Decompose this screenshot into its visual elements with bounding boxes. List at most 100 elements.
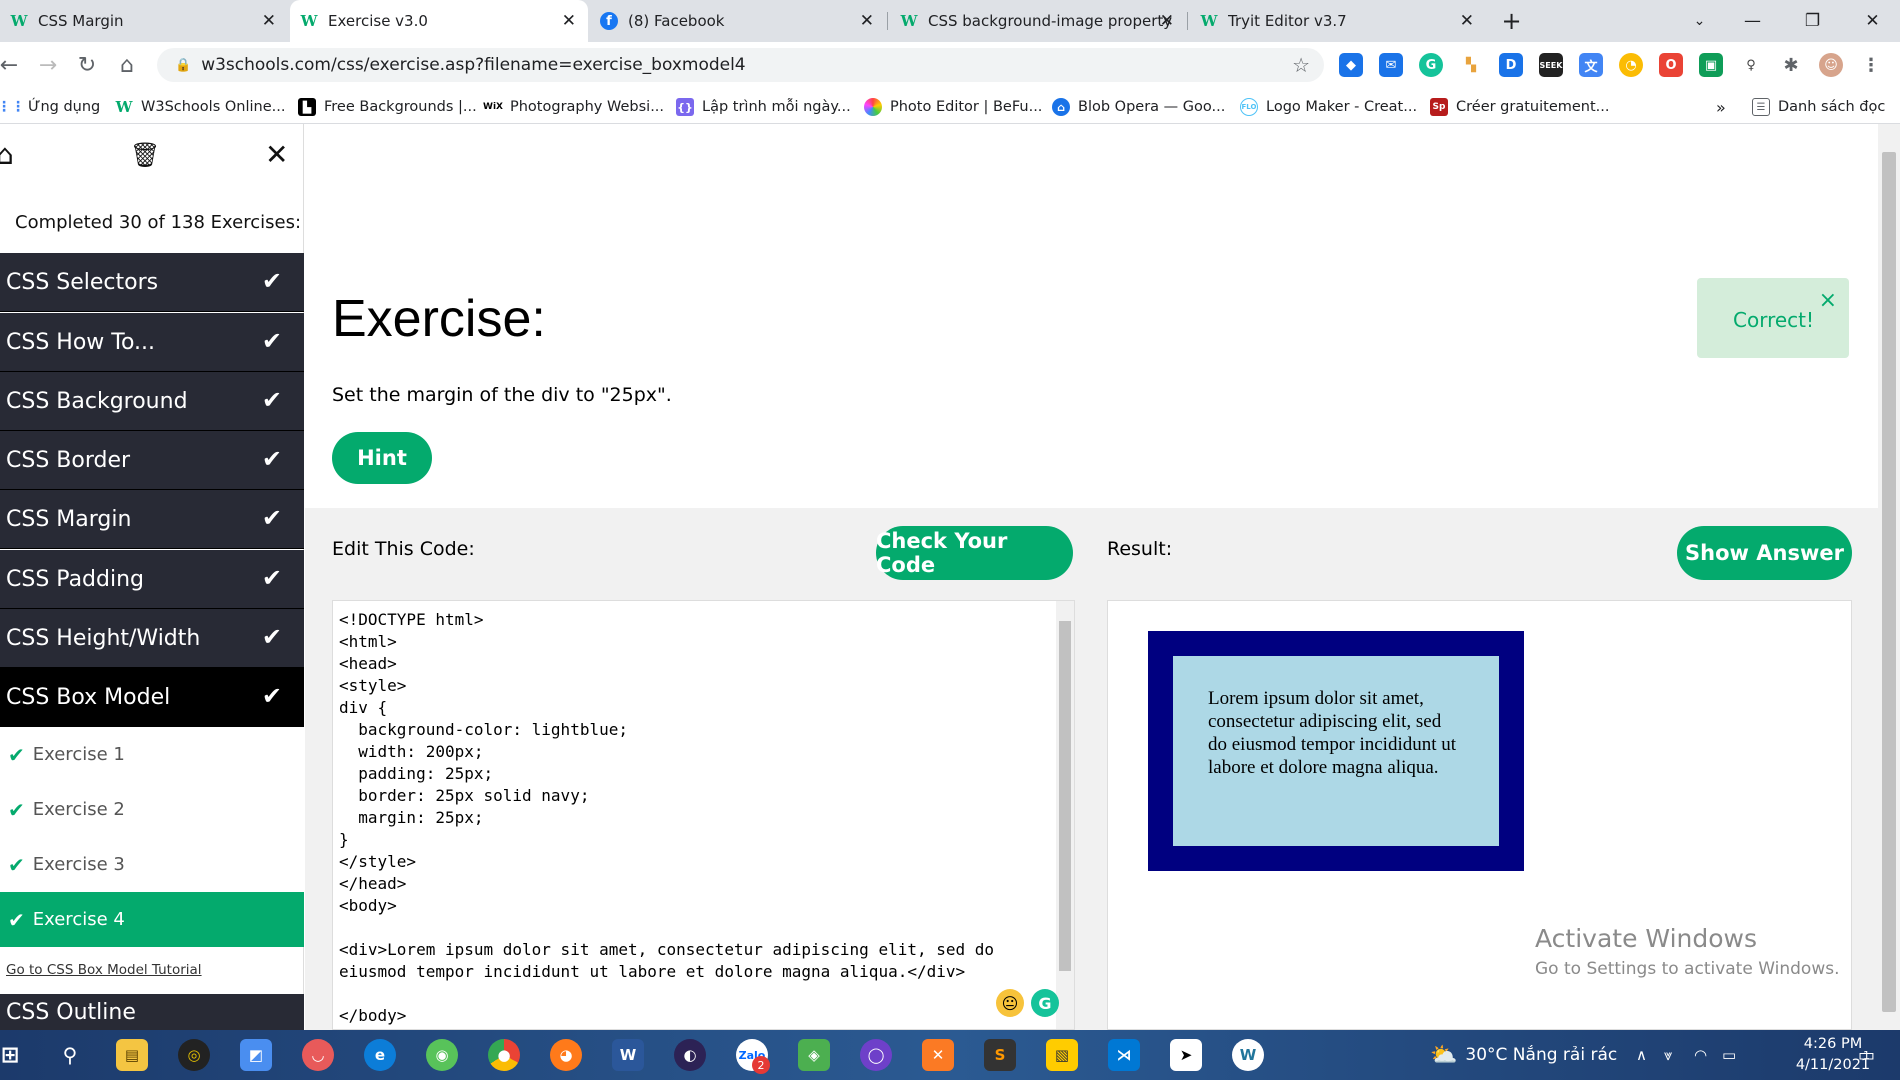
tab-background-image[interactable]: W CSS background-image property ✕	[890, 0, 1186, 42]
tab-search-icon[interactable]: ⌄	[1672, 0, 1727, 42]
tab-tryit-editor[interactable]: W Tryit Editor v3.7 ✕	[1190, 0, 1486, 42]
exercise-link-4[interactable]: ✔ Exercise 4	[0, 892, 304, 947]
url-bar[interactable]: 🔒 w3schools.com/css/exercise.asp?filenam…	[157, 48, 1324, 82]
app-diamond-icon[interactable]: ◈	[798, 1039, 830, 1071]
trash-icon[interactable]: 🗑	[130, 141, 160, 169]
app-circle-icon[interactable]: ◎	[178, 1039, 210, 1071]
exercise-link-3[interactable]: ✔ Exercise 3	[0, 837, 304, 892]
bookmark-apps[interactable]: ⋮⋮ Ứng dụng	[0, 96, 100, 118]
file-explorer-icon[interactable]: ▤	[116, 1039, 148, 1071]
bookmark-blob-opera[interactable]: ⌂ Blob Opera — Goo...	[1052, 96, 1225, 118]
tutorial-link[interactable]: Go to CSS Box Model Tutorial	[6, 962, 202, 978]
sublime-icon[interactable]: S	[984, 1039, 1016, 1071]
sidebar-item-css-box-model[interactable]: CSS Box Model ✔	[0, 668, 304, 727]
xampp-icon[interactable]: ✕	[922, 1039, 954, 1071]
bookmark-star-icon[interactable]: ☆	[1292, 53, 1310, 77]
notification-icon[interactable]: ▭ 1	[1858, 1030, 1875, 1080]
extension-drop-icon[interactable]: ◆	[1339, 53, 1363, 77]
firefox-icon[interactable]: ◕	[550, 1039, 582, 1071]
back-icon[interactable]: ←	[0, 50, 24, 80]
profile-avatar[interactable]: ☺	[1819, 53, 1843, 77]
reading-list-button[interactable]: ☰ Danh sách đọc	[1752, 96, 1885, 118]
close-tab-icon[interactable]: ✕	[860, 11, 874, 31]
sidebar-item-css-outline[interactable]: CSS Outline	[0, 994, 304, 1034]
extension-pin-icon[interactable]: ▚	[1459, 53, 1483, 77]
emoji-icon[interactable]: 😐	[996, 989, 1024, 1017]
show-answer-button[interactable]: Show Answer	[1677, 526, 1852, 580]
extension-seek-icon[interactable]: SEEK	[1539, 53, 1563, 77]
sidebar-item-css-height-width[interactable]: CSS Height/Width ✔	[0, 609, 304, 668]
search-icon[interactable]: ⚲	[54, 1039, 86, 1071]
maximize-button[interactable]: ❐	[1785, 0, 1840, 42]
github-icon[interactable]: ◯	[860, 1039, 892, 1071]
windows-start-icon[interactable]: ⊞	[0, 1039, 26, 1071]
home-icon[interactable]: ⌂	[0, 138, 14, 171]
exercise-link-2[interactable]: ✔ Exercise 2	[0, 782, 304, 837]
office-icon[interactable]: O	[1659, 53, 1683, 77]
code-editor[interactable]: <!DOCTYPE html> <html> <head> <style> di…	[332, 600, 1075, 1030]
bookmark-w3schools[interactable]: W W3Schools Online...	[115, 96, 286, 118]
eclipse-icon[interactable]: ◐	[674, 1039, 706, 1071]
page-scrollbar-thumb[interactable]	[1882, 152, 1896, 1012]
close-window-button[interactable]: ✕	[1845, 0, 1900, 42]
bookmark-logo-maker[interactable]: FLO Logo Maker - Creat...	[1240, 96, 1417, 118]
code-text[interactable]: <!DOCTYPE html> <html> <head> <style> di…	[339, 609, 994, 1027]
minimize-button[interactable]: —	[1725, 0, 1780, 42]
close-tab-icon[interactable]: ✕	[1160, 11, 1174, 31]
bookmark-photo-editor[interactable]: Photo Editor | BeFu...	[864, 96, 1042, 118]
sticky-notes-icon[interactable]: ▧	[1046, 1039, 1078, 1071]
check-code-button[interactable]: Check Your Code	[876, 526, 1073, 580]
more-bookmarks-button[interactable]: »	[1716, 96, 1726, 118]
hint-button[interactable]: Hint	[332, 432, 432, 484]
sidebar-item-css-margin[interactable]: CSS Margin ✔	[0, 490, 304, 549]
weather-widget[interactable]: ⛅ 30°C Nắng rải rác	[1430, 1030, 1617, 1080]
vpn-icon[interactable]: ⩔	[1664, 1030, 1672, 1080]
wordpress-icon[interactable]: W	[1232, 1039, 1264, 1071]
extensions-puzzle-icon[interactable]: ✱	[1779, 53, 1803, 77]
tab-css-margin[interactable]: W CSS Margin ✕	[0, 0, 288, 42]
extension-box-icon[interactable]: ▣	[1699, 53, 1723, 77]
reload-icon[interactable]: ↻	[72, 50, 102, 80]
coccoc-icon[interactable]: ◉	[426, 1039, 458, 1071]
cursor-app-icon[interactable]: ➤	[1170, 1039, 1202, 1071]
sidebar-item-css-how-to[interactable]: CSS How To... ✔	[0, 313, 304, 372]
new-tab-button[interactable]: +	[1484, 0, 1539, 42]
battery-icon[interactable]: ▭	[1722, 1030, 1736, 1080]
show-hidden-icons[interactable]: ∧	[1636, 1030, 1647, 1080]
forward-icon[interactable]: →	[33, 50, 63, 80]
bookmark-lap-trinh[interactable]: {} Lập trình mỗi ngày...	[676, 96, 851, 118]
grammarly-icon[interactable]: G	[1031, 989, 1059, 1017]
close-tab-icon[interactable]: ✕	[262, 11, 276, 31]
extension-mail-icon[interactable]: ✉	[1379, 53, 1403, 77]
app-store-icon[interactable]: ◩	[240, 1039, 272, 1071]
close-tab-icon[interactable]: ✕	[1460, 11, 1474, 31]
extension-bulb-icon[interactable]: ♀	[1739, 53, 1763, 77]
tab-exercise[interactable]: W Exercise v3.0 ✕	[290, 0, 588, 42]
sidebar-item-css-border[interactable]: CSS Border ✔	[0, 431, 304, 490]
close-icon[interactable]: ✕	[265, 138, 288, 171]
editor-scrollbar[interactable]	[1056, 601, 1074, 1029]
grammarly-icon[interactable]: G	[1419, 53, 1443, 77]
extension-d-icon[interactable]: D	[1499, 53, 1523, 77]
app-lips-icon[interactable]: ◡	[302, 1039, 334, 1071]
exercise-link-1[interactable]: ✔ Exercise 1	[0, 727, 304, 782]
scrollbar-thumb[interactable]	[1059, 621, 1071, 971]
close-icon[interactable]: ×	[1819, 288, 1837, 313]
chrome-icon[interactable]: ●	[488, 1039, 520, 1071]
page-scrollbar[interactable]	[1878, 124, 1900, 1030]
close-tab-icon[interactable]: ✕	[562, 11, 576, 31]
sidebar-item-css-selectors[interactable]: CSS Selectors ✔	[0, 253, 304, 312]
word-icon[interactable]: W	[612, 1039, 644, 1071]
wifi-icon[interactable]: ◠	[1694, 1030, 1707, 1080]
sidebar-item-css-padding[interactable]: CSS Padding ✔	[0, 550, 304, 609]
home-icon[interactable]: ⌂	[112, 50, 142, 80]
bookmark-photography[interactable]: WiX Photography Websi...	[483, 96, 664, 118]
extension-speed-icon[interactable]: ◔	[1619, 53, 1643, 77]
bookmark-creer[interactable]: Sp Créer gratuitement...	[1430, 96, 1610, 118]
sidebar-item-css-background[interactable]: CSS Background ✔	[0, 372, 304, 431]
menu-dots-icon[interactable]: ⋮	[1859, 53, 1883, 77]
vscode-icon[interactable]: ⋊	[1108, 1039, 1140, 1071]
tab-facebook[interactable]: f (8) Facebook ✕	[590, 0, 886, 42]
google-translate-icon[interactable]: 文	[1579, 53, 1603, 77]
edge-icon[interactable]: e	[364, 1039, 396, 1071]
